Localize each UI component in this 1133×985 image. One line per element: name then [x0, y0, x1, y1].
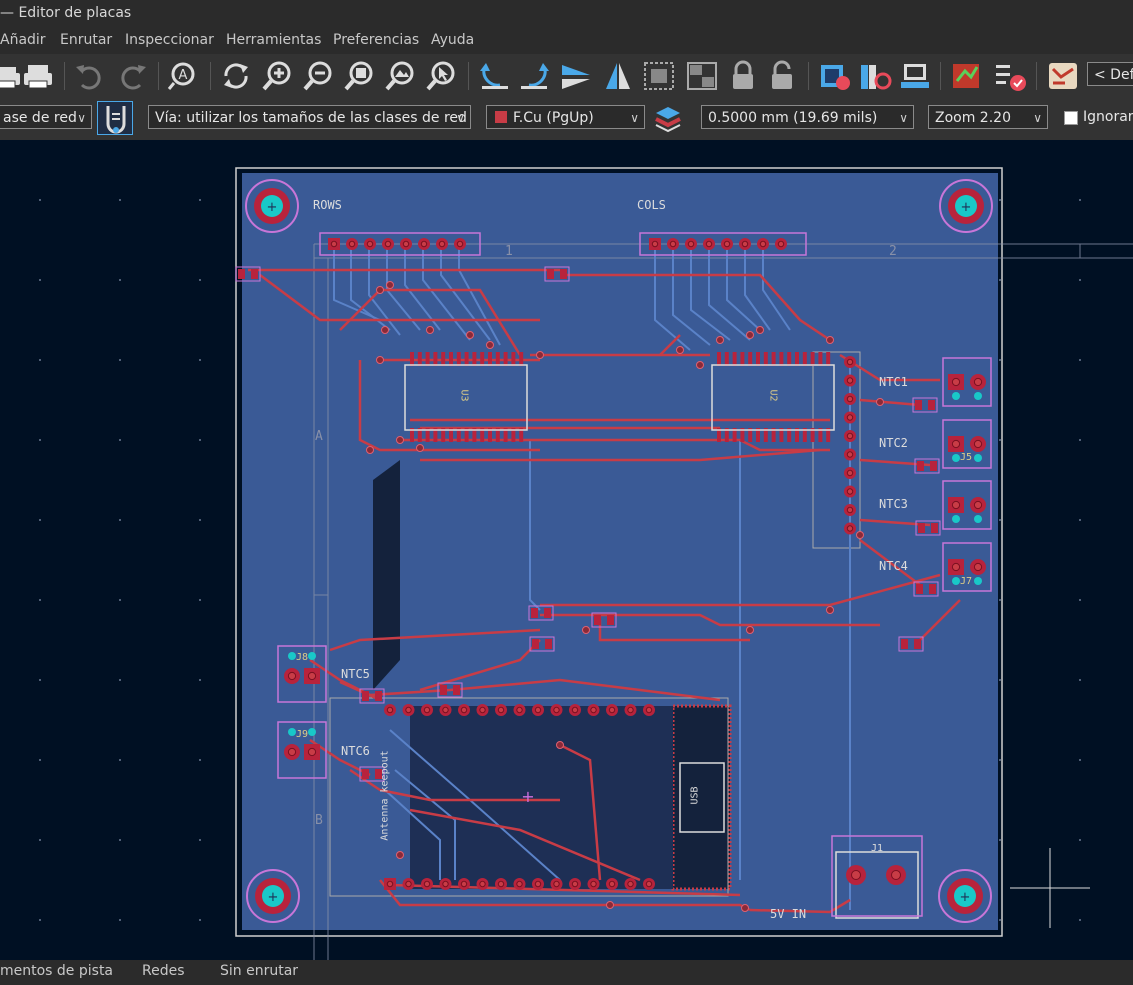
zoom-objects-icon[interactable]	[382, 59, 418, 93]
main-toolbar: A < Defa	[0, 54, 1133, 98]
track-width-dropdown[interactable]: ase de red ∨	[0, 105, 92, 129]
menu-tools[interactable]: Herramientas	[226, 32, 321, 48]
sheet-col-1: 1	[505, 244, 513, 259]
menu-preferences[interactable]: Preferencias	[333, 32, 419, 48]
board-setup-icon[interactable]	[1045, 59, 1081, 93]
refresh-icon[interactable]	[218, 59, 254, 93]
zoom-selection-icon[interactable]	[423, 59, 459, 93]
menu-route[interactable]: Enrutar	[60, 32, 112, 48]
5v-in-label: 5V IN	[770, 907, 807, 921]
menu-help[interactable]: Ayuda	[431, 32, 474, 48]
status-track-segments: mentos de pista	[0, 963, 114, 979]
status-unrouted: Sin enrutar	[220, 963, 299, 979]
menu-inspect[interactable]: Inspeccionar	[125, 32, 214, 48]
window-title: — Editor de placas	[0, 5, 132, 21]
ignore-label: Ignorar	[1083, 109, 1133, 125]
mirror-icon[interactable]	[600, 59, 636, 93]
svg-text:A: A	[179, 68, 188, 83]
undo-icon[interactable]	[72, 59, 108, 93]
sheet-row-a: A	[315, 429, 323, 444]
plot-icon[interactable]	[20, 59, 56, 93]
unlock-icon[interactable]	[764, 59, 800, 93]
zoom-fit-icon[interactable]	[341, 59, 377, 93]
j8-label: J8	[296, 652, 309, 663]
usb-label: USB	[689, 786, 701, 805]
sheet-col-2: 2	[889, 244, 897, 259]
rotate-ccw-icon[interactable]	[476, 59, 512, 93]
menu-add[interactable]: Añadir	[0, 32, 46, 48]
zoom-in-icon[interactable]	[259, 59, 295, 93]
netlist-icon[interactable]	[817, 59, 853, 93]
status-bar: mentos de pista Redes Sin enrutar	[0, 960, 1133, 985]
zoom-out-icon[interactable]	[300, 59, 336, 93]
pcb-labels: ROWS COLS NTC1 NTC2 NTC3 NTC4 NTC5 NTC6 …	[0, 140, 1133, 960]
zoom-value: Zoom 2.20	[935, 110, 1011, 126]
ntc4-label: NTC4	[879, 559, 908, 573]
ntc6-label: NTC6	[341, 744, 370, 758]
layer-dropdown[interactable]: F.Cu (PgUp) ∨	[486, 105, 645, 129]
sheet-row-b: B	[315, 813, 323, 828]
chevron-down-icon: ∨	[77, 111, 86, 125]
ungroup-icon[interactable]	[684, 59, 720, 93]
cols-label: COLS	[637, 198, 666, 212]
chevron-down-icon: ∨	[899, 111, 908, 125]
find-icon[interactable]: A	[166, 59, 202, 93]
j7-label: J7	[960, 576, 973, 587]
chevron-down-icon: ∨	[456, 111, 465, 125]
footprint-viewer-icon[interactable]	[897, 59, 933, 93]
chevron-down-icon: ∨	[630, 111, 639, 125]
j1-label: J1	[871, 843, 884, 854]
ntc2-label: NTC2	[879, 436, 908, 450]
chevron-down-icon: ∨	[1033, 111, 1042, 125]
library-icon[interactable]	[857, 59, 893, 93]
zoom-dropdown[interactable]: Zoom 2.20 ∨	[928, 105, 1048, 129]
ntc5-label: NTC5	[341, 667, 370, 681]
ntc1-label: NTC1	[879, 375, 908, 389]
checklist-icon[interactable]	[992, 59, 1028, 93]
flip-icon[interactable]	[558, 59, 594, 93]
menu-bar: Añadir Enrutar Inspeccionar Herramientas…	[0, 26, 1133, 54]
title-bar: — Editor de placas	[0, 0, 1133, 26]
lock-icon[interactable]	[725, 59, 761, 93]
rows-label: ROWS	[313, 198, 342, 212]
grid-value: 0.5000 mm (19.69 mils)	[708, 110, 878, 126]
auto-track-width-icon[interactable]	[97, 101, 133, 135]
u2-label: U2	[767, 389, 779, 402]
ignore-checkbox[interactable]	[1064, 111, 1078, 125]
layer-preset-dropdown[interactable]: < Defa	[1087, 62, 1133, 86]
j5-label: J5	[960, 452, 973, 463]
layer-pair-icon[interactable]	[650, 101, 686, 135]
pcb-canvas[interactable]: + + + + + ROWS COLS NTC1 NTC2 NTC3 NTC4 …	[0, 140, 1133, 960]
group-icon[interactable]	[641, 59, 677, 93]
options-toolbar: ase de red ∨ Vía: utilizar los tamaños de…	[0, 98, 1133, 140]
layer-value: F.Cu (PgUp)	[513, 110, 594, 126]
antenna-keepout-label: Antenna keepout	[379, 750, 391, 841]
drc-icon[interactable]	[949, 59, 985, 93]
ntc3-label: NTC3	[879, 497, 908, 511]
u3-label: U3	[458, 389, 470, 402]
rotate-cw-icon[interactable]	[517, 59, 553, 93]
redo-icon[interactable]	[114, 59, 150, 93]
via-size-value: Vía: utilizar los tamaños de las clases …	[155, 110, 467, 126]
layer-color-swatch	[495, 111, 507, 123]
j9-label: J9	[296, 729, 309, 740]
status-nets: Redes	[142, 963, 185, 979]
grid-dropdown[interactable]: 0.5000 mm (19.69 mils) ∨	[701, 105, 914, 129]
via-size-dropdown[interactable]: Vía: utilizar los tamaños de las clases …	[148, 105, 471, 129]
track-width-value: ase de red	[3, 110, 77, 126]
